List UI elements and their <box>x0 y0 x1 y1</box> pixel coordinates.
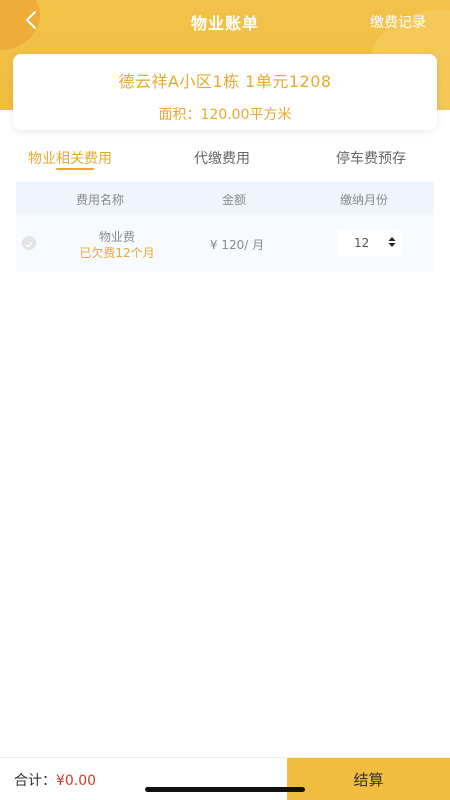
column-header-amount: 金额 <box>222 193 247 207</box>
fee-name: 物业费 <box>98 230 135 244</box>
address-name: 德云祥A小区1栋 1单元1208 <box>118 72 332 91</box>
months-value: 12 <box>354 236 370 250</box>
total-value: ¥0.00 <box>56 773 97 789</box>
row-checkbox[interactable] <box>22 236 36 250</box>
sort-arrows-icon <box>388 236 396 251</box>
column-header-months: 缴纳月份 <box>340 193 389 207</box>
fee-amount: ¥ 120/ 月 <box>209 238 265 252</box>
tab-proxy-fees[interactable]: 代缴费用 <box>194 148 250 168</box>
active-tab-indicator <box>56 168 94 170</box>
payment-history-link[interactable]: 缴费记录 <box>370 12 426 32</box>
home-indicator[interactable] <box>145 787 305 792</box>
fee-table: 费用名称 金额 缴纳月份 物业费 已欠费12个月 ¥ 120/ 月 12 <box>16 182 434 272</box>
column-header-fee-name: 费用名称 <box>76 193 125 207</box>
months-select[interactable]: 12 <box>338 230 402 256</box>
fee-tabs: 物业相关费用 代缴费用 停车费预存 <box>0 146 450 176</box>
arrears-note: 已欠费12个月 <box>79 246 155 260</box>
address-card: 德云祥A小区1栋 1单元1208 面积：120.00平方米 <box>13 54 437 130</box>
table-header: 费用名称 金额 缴纳月份 <box>16 182 434 214</box>
checkout-button[interactable]: 结算 <box>287 758 450 800</box>
tab-property-fees[interactable]: 物业相关费用 <box>28 148 112 168</box>
checkout-footer: 合计：¥0.00 结算 <box>0 757 450 800</box>
total-label: 合计： <box>14 773 56 789</box>
tab-parking-prepay[interactable]: 停车费预存 <box>336 148 406 168</box>
address-area: 面积：120.00平方米 <box>158 107 292 123</box>
check-circle-icon <box>25 234 33 253</box>
table-row[interactable]: 物业费 已欠费12个月 ¥ 120/ 月 12 <box>16 214 434 272</box>
total-summary: 合计：¥0.00 <box>14 770 96 790</box>
